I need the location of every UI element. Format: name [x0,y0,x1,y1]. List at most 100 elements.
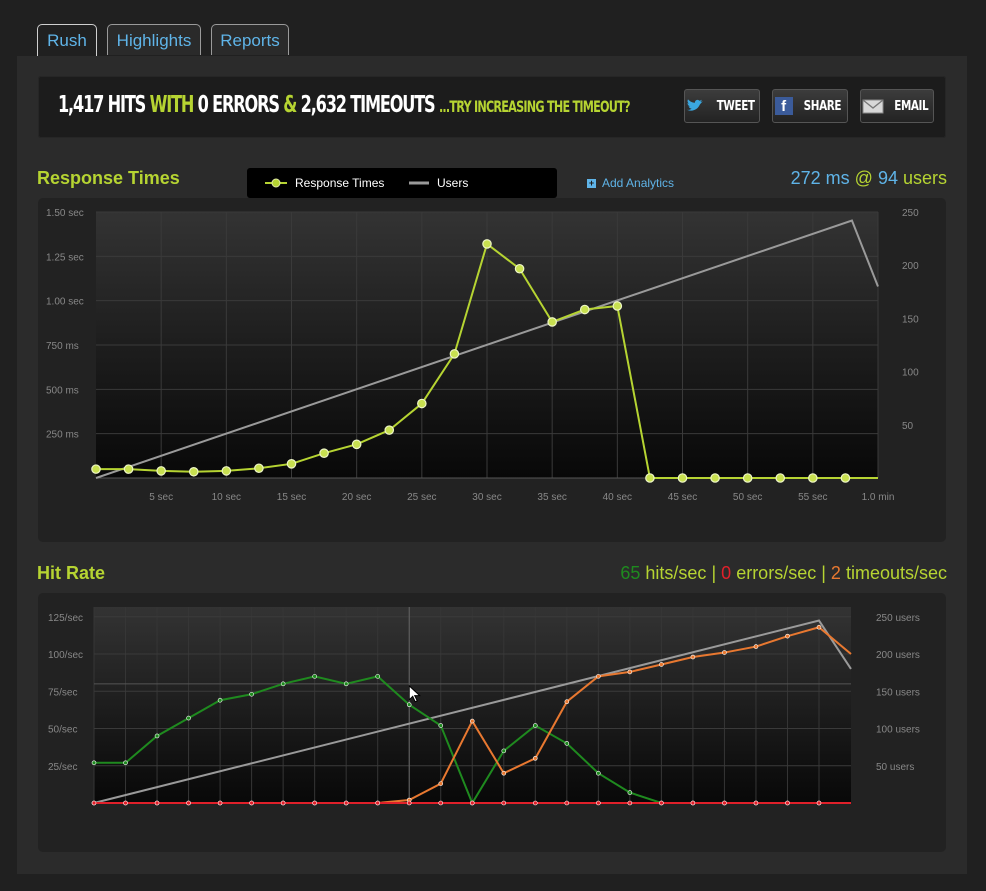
response-time-point [188,466,199,477]
y-left-tick-label: 100/sec [48,650,83,661]
hit-rate-title: Hit Rate [37,563,106,583]
response-time-point [514,263,525,274]
response-time-point [840,473,851,483]
errors-per-sec-point [154,800,160,806]
legend-users[interactable]: Users [409,176,468,190]
add-analytics-link[interactable]: + Add Analytics [587,176,674,190]
hit-rate-stat: 65 hits/sec | 0 errors/sec | 2 timeouts/… [620,563,947,584]
hit-rate-chart-box: 25/sec 50/sec 75/sec 100/sec 125/sec 50 users… [38,593,946,852]
add-analytics-label: Add Analytics [602,176,675,190]
hits-per-sec-point [627,790,633,795]
errors-per-sec-point [501,800,507,806]
response-time-point [677,473,688,483]
tab-rush[interactable]: Rush [37,24,97,57]
timeouts-per-sec-value: 2 [830,563,841,583]
y-right-tick-label: 250 [902,208,919,219]
x-tick-label: 45 sec [668,492,697,503]
email-button[interactable]: EMAIL [860,89,934,123]
tab-highlights[interactable]: Highlights [107,24,201,55]
hits-per-sec-point [280,681,286,687]
chart-legend: Response Times Users [247,168,557,198]
errors-per-sec-point [217,800,223,806]
x-tick-label: 1.0 min [862,492,895,503]
separator: | [711,563,717,583]
hits-per-sec-point [596,770,601,776]
summary-banner: 1,417 HITS WITH 0 ERRORS & 2,632 TIMEOUT… [38,76,946,138]
legend-response-times[interactable]: Response Times [265,176,384,190]
response-time-point [417,398,427,409]
errors-per-sec-point [375,800,380,806]
y-left-tick-label: 1.25 sec [46,252,84,263]
hits-per-sec-point [438,723,444,728]
timeouts-per-sec-point [438,781,444,786]
hit-rate-chart[interactable]: 25/sec 50/sec 75/sec 100/sec 125/sec 50 users… [38,593,946,852]
tweet-label: TWEET [716,98,755,114]
x-tick-label: 15 sec [277,492,306,503]
errors-per-sec-point [753,800,759,806]
tab-reports[interactable]: Reports [211,24,289,55]
errors-per-sec-point [186,800,191,806]
y-right-tick-label: 200 [902,261,919,272]
errors-per-sec-point [91,800,97,806]
legend-response-label: Response Times [295,176,385,190]
errors-per-sec-point [249,800,254,806]
hits-per-sec-point [406,702,412,707]
x-tick-label: 10 sec [212,492,241,503]
response-time-point [482,239,492,249]
response-time-point [221,466,232,476]
hits-per-sec-point [249,691,254,697]
y-left-tick-label: 50/sec [48,725,77,736]
timeouts-per-sec-point [501,770,507,776]
errors-per-sec-point [438,800,444,806]
timeouts-per-sec-point [753,644,759,649]
plus-icon: + [587,177,596,188]
x-tick-label: 5 sec [149,492,173,503]
timeouts-per-sec-point [816,624,822,630]
y-right-tick-label: 50 [902,421,914,432]
timeouts-per-sec-point [722,650,727,655]
y-right-tick-label: 250 users [876,613,920,624]
response-time-point [286,459,297,469]
y-left-tick-label: 1.50 sec [46,208,84,219]
y-left-tick-label: 500 ms [46,385,79,396]
errors-per-sec-point [690,800,696,806]
response-time-point [449,349,460,359]
twitter-bird-icon [686,99,703,111]
hits-count: 1,417 HITS [58,92,146,118]
timeouts-per-sec-point [785,633,790,639]
response-chart-box: 5 sec 10 sec 15 sec 20 sec 25 sec 30 sec 35 se… [38,198,946,542]
tweet-button[interactable]: TWEET [684,89,760,123]
response-time-point [156,466,166,476]
share-button[interactable]: f SHARE [772,89,848,123]
x-tick-label: 35 sec [537,492,566,503]
x-tick-label: 20 sec [342,492,371,503]
response-stat: 272 ms @ 94 users [791,168,947,189]
response-time-point [547,317,557,327]
hits-per-sec-point [564,741,570,746]
y-right-tick-label: 50 users [876,762,914,773]
email-label: EMAIL [894,98,928,114]
timeouts-count: 2,632 TIMEOUTS [300,92,436,118]
ampersand: & [283,92,297,118]
response-times-chart[interactable]: 5 sec 10 sec 15 sec 20 sec 25 sec 30 sec 35 se… [38,198,946,542]
response-line-swatch-icon [265,178,287,188]
y-left-tick-label: 75/sec [48,687,77,698]
errors-per-sec-point [469,800,475,806]
users-count: 94 [877,168,898,188]
errors-per-sec-value: 0 [721,563,732,583]
errors-per-sec-point [280,800,286,806]
hits-per-sec-value: 65 [620,563,641,583]
timeouts-per-sec-point [533,756,538,761]
with-word: WITH [149,92,195,118]
hits-per-sec-point [154,733,160,739]
timeouts-per-sec-point [627,669,633,675]
errors-per-sec-point [123,800,128,806]
response-time-point [808,473,818,483]
timeouts-per-sec-point [690,654,696,660]
timeouts-per-sec-point [596,674,601,679]
x-tick-label: 25 sec [407,492,436,503]
response-time-point [742,473,753,483]
response-time-point [710,473,720,483]
timeouts-per-sec-point [469,718,475,724]
hits-per-sec-point [343,681,349,687]
